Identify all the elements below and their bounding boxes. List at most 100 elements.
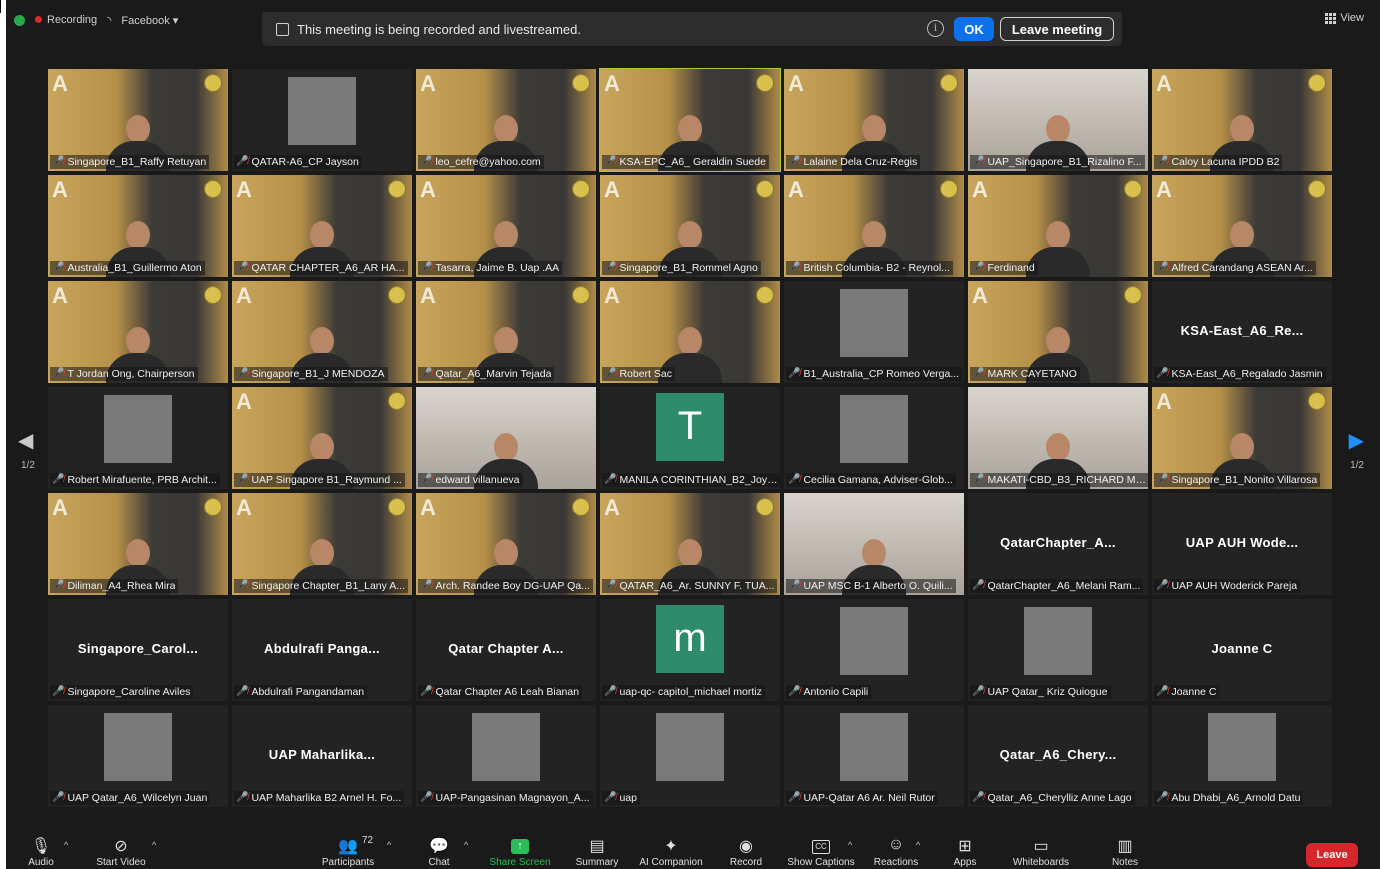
participant-tile[interactable]: Singapore_Carol... 🎤̸ Singapore_Caroline A… <box>48 599 228 701</box>
muted-mic-icon: 🎤̸ <box>604 156 617 167</box>
participant-tile[interactable]: A 🎤̸ T Jordan Ong, Chairperson <box>48 281 228 383</box>
view-button[interactable]: View <box>1325 12 1364 24</box>
participant-name-label: 🎤̸ UAP_Singapore_B1_Rizalino F... <box>970 155 1145 169</box>
participant-tile[interactable]: Joanne C 🎤̸ Joanne C <box>1152 599 1332 701</box>
participant-tile[interactable]: A 🎤̸ Ferdinand <box>968 175 1148 277</box>
muted-mic-icon: 🎤̸ <box>1156 474 1169 485</box>
ok-button[interactable]: OK <box>954 17 994 41</box>
meeting-toolbar: 🎙 Audio ^ ⊘ Start Video ^ 👥 72 Participa… <box>6 830 1380 869</box>
participant-tile[interactable]: A 🎤̸ Alfred Carandang ASEAN Ar... <box>1152 175 1332 277</box>
participant-tile[interactable]: A 🎤̸ Singapore_B1_Nonito Villarosa <box>1152 387 1332 489</box>
participants-button[interactable]: 👥 72 Participants <box>316 835 380 868</box>
video-options-caret-icon[interactable]: ^ <box>152 840 156 850</box>
participant-name: leo_cefre@yahoo.com <box>435 156 541 168</box>
participant-tile[interactable]: A 🎤̸ KSA-EPC_A6_ Geraldin Suede <box>599 68 781 172</box>
notes-icon: ▥ <box>1117 838 1133 855</box>
participant-name-label: 🎤̸ Arch. Randee Boy DG-UAP Qa... <box>418 579 593 593</box>
show-captions-button[interactable]: CC Show Captions <box>786 836 856 868</box>
reactions-caret-icon[interactable]: ^ <box>916 840 920 850</box>
previous-page-arrow-icon[interactable]: ◀ <box>18 428 33 453</box>
participant-name: Qatar Chapter A6 Leah Bianan <box>435 686 580 698</box>
participant-tile[interactable]: UAP AUH Wode... 🎤̸ UAP AUH Woderick Pareja <box>1152 493 1332 595</box>
participant-tile[interactable]: A 🎤̸ Singapore_B1_J MENDOZA <box>232 281 412 383</box>
audio-button[interactable]: 🎙 Audio <box>26 836 56 868</box>
participant-tile[interactable]: A 🎤̸ UAP Singapore B1_Raymund ... <box>232 387 412 489</box>
start-video-button[interactable]: ⊘ Start Video <box>94 836 148 868</box>
muted-mic-icon: 🎤̸ <box>604 474 617 485</box>
participant-tile[interactable]: Qatar_A6_Chery... 🎤̸ Qatar_A6_Cherylliz An… <box>968 705 1148 807</box>
participant-tile[interactable]: A 🎤̸ Robert Sac <box>600 281 780 383</box>
participant-tile[interactable]: 🎤̸ MAKATI-CBD_B3_RICHARD MI... <box>968 387 1148 489</box>
participant-tile[interactable]: A 🎤̸ Australia_B1_Guillermo Aton <box>48 175 228 277</box>
muted-mic-icon: 🎤̸ <box>420 792 433 803</box>
participant-name-label: 🎤̸ leo_cefre@yahoo.com <box>418 155 544 169</box>
record-button[interactable]: ◉ Record <box>726 836 766 868</box>
participant-tile[interactable]: 🎤̸ Antonio Capili <box>784 599 964 701</box>
participant-name-label: 🎤̸ Caloy Lacuna IPDD B2 <box>1154 155 1283 169</box>
participant-tile[interactable]: A 🎤̸ Qatar_A6_Marvin Tejada <box>416 281 596 383</box>
participant-tile[interactable]: 🎤̸ UAP MSC B-1 Alberto O. Quili... <box>784 493 964 595</box>
participant-tile[interactable]: A 🎤̸ QATAR_A6_Ar. SUNNY F. TUA... <box>600 493 780 595</box>
participant-tile[interactable]: 🎤̸ QATAR-A6_CP Jayson <box>232 69 412 171</box>
participant-tile[interactable]: A 🎤̸ MARK CAYETANO <box>968 281 1148 383</box>
participant-tile[interactable]: A 🎤̸ British Columbia- B2 - Reynol... <box>784 175 964 277</box>
participant-display-name: Joanne C <box>1211 641 1273 656</box>
participant-tile[interactable]: A 🎤̸ Singapore_B1_Rommel Agno <box>600 175 780 277</box>
participant-tile[interactable]: A 🎤̸ Lalaine Dela Cruz-Regis <box>784 69 964 171</box>
participant-tile[interactable]: A 🎤̸ Singapore_B1_Raffy Retuyan <box>48 69 228 171</box>
muted-mic-icon: 🎤̸ <box>52 474 65 485</box>
participant-tile[interactable]: 🎤̸ edward villanueva <box>416 387 596 489</box>
participant-tile[interactable]: 🎤̸ Abu Dhabi_A6_Arnold Datu <box>1152 705 1332 807</box>
leave-meeting-button[interactable]: Leave meeting <box>1000 17 1114 41</box>
participant-tile[interactable]: UAP Maharlika... 🎤̸ UAP Maharlika B2 Arnel… <box>232 705 412 807</box>
participant-tile[interactable]: A 🎤̸ Singapore Chapter_B1_Lany A... <box>232 493 412 595</box>
muted-mic-icon: 🎤̸ <box>52 368 65 379</box>
share-screen-button[interactable]: ↑ Share Screen <box>488 836 552 868</box>
participant-tile[interactable]: A 🎤̸ Arch. Randee Boy DG-UAP Qa... <box>416 493 596 595</box>
participant-tile[interactable]: 🎤̸ UAP-Qatar A6 Ar. Neil Rutor <box>784 705 964 807</box>
participant-tile[interactable]: 🎤̸ UAP Qatar_ Kriz Quiogue <box>968 599 1148 701</box>
leave-button[interactable]: Leave <box>1306 843 1358 867</box>
audio-options-caret-icon[interactable]: ^ <box>64 840 68 850</box>
participant-tile[interactable]: Qatar Chapter A... 🎤̸ Qatar Chapter A6 Lea… <box>416 599 596 701</box>
participant-tile[interactable]: 🎤̸ UAP Qatar_A6_Wilcelyn Juan <box>48 705 228 807</box>
participant-tile[interactable]: T 🎤̸ MANILA CORINTHIAN_B2_Joy ... <box>600 387 780 489</box>
participant-tile[interactable]: 🎤̸ UAP_Singapore_B1_Rizalino F... <box>968 69 1148 171</box>
captions-caret-icon[interactable]: ^ <box>848 840 852 850</box>
whiteboards-button[interactable]: ▭ Whiteboards <box>1006 836 1076 868</box>
reactions-button[interactable]: ☺ Reactions <box>872 836 920 868</box>
chat-button[interactable]: 💬 Chat <box>424 836 454 868</box>
participant-tile[interactable]: 🎤̸ UAP-Pangasinan Magnayon_A... <box>416 705 596 807</box>
participant-tile[interactable]: m 🎤̸ uap-qc- capitol_michael mortiz <box>600 599 780 701</box>
participant-name-label: 🎤̸ B1_Australia_CP Romeo Verga... <box>786 367 963 381</box>
muted-mic-icon: 🎤̸ <box>420 262 433 273</box>
recording-indicator[interactable]: Recording <box>35 14 97 26</box>
participant-name-label: 🎤̸ Australia_B1_Guillermo Aton <box>50 261 205 275</box>
participant-tile[interactable]: KSA-East_A6_Re... 🎤̸ KSA-East_A6_Regalado … <box>1152 281 1332 383</box>
security-shield-icon[interactable] <box>14 14 25 26</box>
uap-seal-icon <box>756 498 774 516</box>
muted-mic-icon: 🎤̸ <box>972 686 985 697</box>
participant-tile[interactable]: Abdulrafi Panga... 🎤̸ Abdulrafi Pangandama… <box>232 599 412 701</box>
participants-caret-icon[interactable]: ^ <box>387 840 391 850</box>
apps-button[interactable]: ⊞ Apps <box>950 836 980 868</box>
participant-tile[interactable]: A 🎤̸ Caloy Lacuna IPDD B2 <box>1152 69 1332 171</box>
participant-name: UAP-Pangasinan Magnayon_A... <box>435 792 590 804</box>
participant-tile[interactable]: 🎤̸ uap <box>600 705 780 807</box>
participant-tile[interactable]: A 🎤̸ Diliman_A4_Rhea Mira <box>48 493 228 595</box>
summary-button[interactable]: ▤ Summary <box>572 836 622 868</box>
participant-tile[interactable]: 🎤̸ Robert Mirafuente, PRB Archit... <box>48 387 228 489</box>
participant-tile[interactable]: A 🎤̸ QATAR CHAPTER_A6_AR HA... <box>232 175 412 277</box>
info-icon[interactable]: i <box>927 20 944 37</box>
next-page-arrow-icon[interactable]: ▶ <box>1349 428 1364 453</box>
notes-button[interactable]: ▥ Notes <box>1110 836 1140 868</box>
participant-tile[interactable]: A 🎤̸ leo_cefre@yahoo.com <box>416 69 596 171</box>
chat-caret-icon[interactable]: ^ <box>464 840 468 850</box>
ai-companion-button[interactable]: ✦ AI Companion <box>636 836 706 868</box>
livestream-label[interactable]: Facebook ▾ <box>121 14 178 27</box>
participant-tile[interactable]: 🎤̸ Cecilia Gamana, Adviser-Glob... <box>784 387 964 489</box>
participant-name-label: 🎤̸ Singapore Chapter_B1_Lany A... <box>234 579 408 593</box>
participant-tile[interactable]: A 🎤̸ Tasarra, Jaime B. Uap .AA <box>416 175 596 277</box>
participant-tile[interactable]: 🎤̸ B1_Australia_CP Romeo Verga... <box>784 281 964 383</box>
participant-tile[interactable]: QatarChapter_A... 🎤̸ QatarChapter_A6_Melan… <box>968 493 1148 595</box>
